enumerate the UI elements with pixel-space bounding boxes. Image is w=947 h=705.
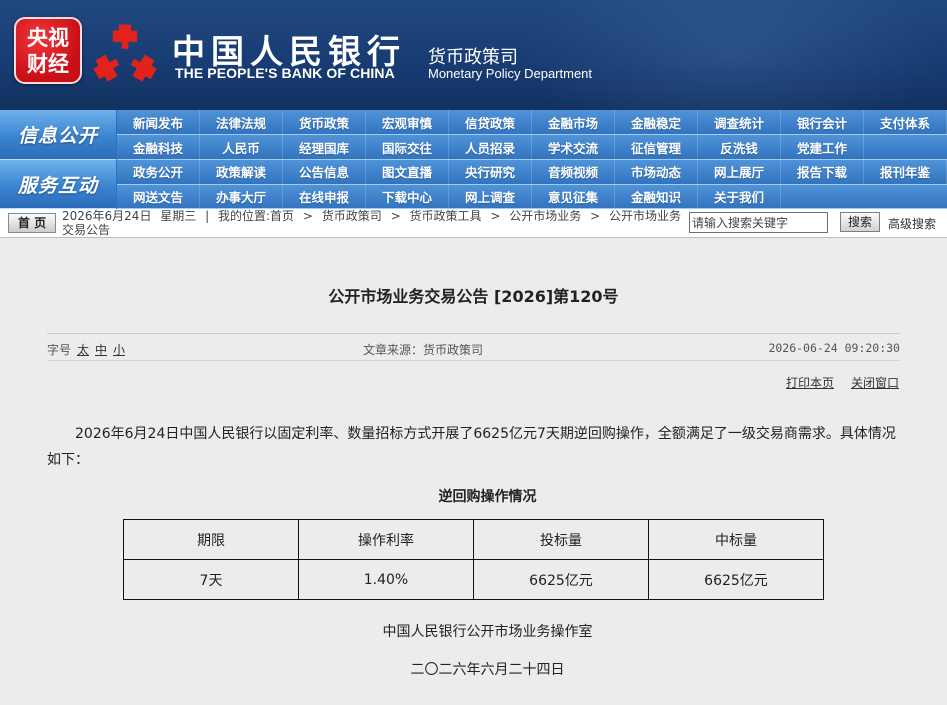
nav-group-info: 信息公开 新闻发布 法律法规 货币政策 宏观审慎 信贷政策 金融市场 金融稳定 … (0, 110, 947, 160)
nav-item-live-text[interactable]: 图文直播 (366, 160, 449, 184)
search-button[interactable]: 搜索 (840, 212, 880, 232)
header-glow-decoration (520, 0, 940, 110)
font-size-large-link[interactable]: 太 (77, 341, 89, 358)
current-date: 2026年6月24日 (62, 209, 152, 223)
breadcrumb-separator: > (302, 209, 313, 223)
table-header-cell-bid-volume: 投标量 (473, 519, 649, 560)
nav-item-documents[interactable]: 网送文告 (117, 184, 200, 208)
breadcrumb-link-open-market[interactable]: 公开市场业务 (509, 209, 581, 223)
nav-item-credit-policy[interactable]: 信贷政策 (449, 110, 532, 134)
close-window-link[interactable]: 关闭窗口 (851, 374, 899, 391)
issuer-signature: 中国人民银行公开市场业务操作室 (382, 624, 593, 640)
bank-name-en: THE PEOPLE'S BANK OF CHINA (175, 65, 395, 81)
nav-item-monetary-policy[interactable]: 货币政策 (283, 110, 366, 134)
nav-item-report-download[interactable]: 报告下载 (781, 160, 864, 184)
reverse-repo-table: 期限 操作利率 投标量 中标量 7天 1.40% 6625亿元 6625亿元 (123, 519, 824, 600)
breadcrumb: 2026年6月24日 星期三 | 我的位置:首页 > 货币政策司 > 货币政策工… (62, 209, 686, 237)
nav-item-macroprudential[interactable]: 宏观审慎 (366, 110, 449, 134)
nav-item-anti-money-laundering[interactable]: 反洗钱 (698, 135, 781, 159)
nav-row: 网送文告 办事大厅 在线申报 下载中心 网上调查 意见征集 金融知识 关于我们 (117, 184, 947, 209)
nav-item-accounting[interactable]: 银行会计 (781, 110, 864, 134)
nav-item-laws[interactable]: 法律法规 (200, 110, 283, 134)
nav-row: 金融科技 人民币 经理国库 国际交往 人员招录 学术交流 征信管理 反洗钱 党建… (117, 135, 947, 160)
nav-item-news[interactable]: 新闻发布 (117, 110, 200, 134)
nav-item-government-affairs[interactable]: 政务公开 (117, 160, 200, 184)
main-navigation: 信息公开 新闻发布 法律法规 货币政策 宏观审慎 信贷政策 金融市场 金融稳定 … (0, 110, 947, 209)
nav-row: 新闻发布 法律法规 货币政策 宏观审慎 信贷政策 金融市场 金融稳定 调查统计 … (117, 110, 947, 135)
nav-item-recruitment[interactable]: 人员招录 (449, 135, 532, 159)
article-datetime: 2026-06-24 09:20:30 (768, 341, 900, 355)
nav-item-research[interactable]: 央行研究 (449, 160, 532, 184)
table-title: 逆回购操作情况 (438, 489, 537, 505)
nav-item-rmb[interactable]: 人民币 (200, 135, 283, 159)
nav-item-credit-reference[interactable]: 征信管理 (615, 135, 698, 159)
breadcrumb-separator: > (490, 209, 501, 223)
nav-item-financial-knowledge[interactable]: 金融知识 (615, 184, 698, 208)
print-page-link[interactable]: 打印本页 (786, 374, 834, 391)
table-header-cell-rate: 操作利率 (298, 519, 474, 560)
nav-item-download-center[interactable]: 下载中心 (366, 184, 449, 208)
site-header: 央视 财经 中国人民银行 THE PEOPLE'S BANK OF CHINA … (0, 0, 947, 110)
nav-item-fintech[interactable]: 金融科技 (117, 135, 200, 159)
nav-item-feedback[interactable]: 意见征集 (532, 184, 615, 208)
nav-item-online-filing[interactable]: 在线申报 (283, 184, 366, 208)
current-weekday: 星期三 (160, 209, 197, 223)
page-title: 公开市场业务交易公告 [2026]第120号 (328, 287, 619, 306)
nav-group-services: 服务互动 政务公开 政策解读 公告信息 图文直播 央行研究 音频视频 市场动态 … (0, 160, 947, 209)
nav-item-market-news[interactable]: 市场动态 (615, 160, 698, 184)
cctv-logo-line1: 央视 (27, 25, 69, 50)
font-size-label: 字号 (47, 343, 72, 357)
nav-item-international[interactable]: 国际交往 (366, 135, 449, 159)
nav-item-about-us[interactable]: 关于我们 (698, 184, 781, 208)
nav-item-policy-interpretation[interactable]: 政策解读 (200, 160, 283, 184)
table-cell-winning-volume: 6625亿元 (648, 559, 824, 600)
table-cell-rate: 1.40% (298, 559, 474, 600)
location-prefix: 我的位置: (218, 209, 271, 223)
table-cell-bid-volume: 6625亿元 (473, 559, 649, 600)
department-name-en: Monetary Policy Department (428, 66, 593, 81)
nav-rows: 新闻发布 法律法规 货币政策 宏观审慎 信贷政策 金融市场 金融稳定 调查统计 … (117, 110, 947, 160)
nav-group-label-services: 服务互动 (0, 160, 116, 209)
breadcrumb-bar: 首 页 2026年6月24日 星期三 | 我的位置:首页 > 货币政策司 > 货… (0, 209, 947, 238)
table-row: 7天 1.40% 6625亿元 6625亿元 (123, 559, 824, 600)
nav-item-financial-stability[interactable]: 金融稳定 (615, 110, 698, 134)
article-meta-bar: 字号 太 中 小 文章来源：货币政策司 2026-06-24 09:20:30 (47, 333, 900, 361)
breadcrumb-link-department[interactable]: 货币政策司 (322, 209, 382, 223)
cctv-finance-logo[interactable]: 央视 财经 (14, 17, 82, 84)
font-size-medium-link[interactable]: 中 (95, 341, 107, 358)
breadcrumb-link-home[interactable]: 首页 (270, 209, 294, 223)
nav-item-audio-video[interactable]: 音频视频 (532, 160, 615, 184)
font-size-small-link[interactable]: 小 (113, 341, 125, 358)
nav-item-statistics[interactable]: 调查统计 (698, 110, 781, 134)
nav-item-treasury[interactable]: 经理国库 (283, 135, 366, 159)
breadcrumb-separator: > (590, 209, 601, 223)
table-header-cell-winning-volume: 中标量 (648, 519, 824, 560)
cctv-logo-line2: 财经 (27, 51, 69, 76)
home-button[interactable]: 首 页 (8, 213, 56, 233)
nav-item-academic[interactable]: 学术交流 (532, 135, 615, 159)
nav-item-party-building[interactable]: 党建工作 (781, 135, 864, 159)
issue-date: 二〇二六年六月二十四日 (410, 662, 565, 678)
nav-rows: 政务公开 政策解读 公告信息 图文直播 央行研究 音频视频 市场动态 网上展厅 … (117, 160, 947, 209)
nav-row: 政务公开 政策解读 公告信息 图文直播 央行研究 音频视频 市场动态 网上展厅 … (117, 160, 947, 185)
article-source: 文章来源：货币政策司 (363, 343, 484, 357)
search-input[interactable] (689, 212, 828, 233)
pboc-emblem-logo[interactable] (89, 21, 161, 87)
table-header-row: 期限 操作利率 投标量 中标量 (123, 519, 824, 560)
nav-item-online-exhibition[interactable]: 网上展厅 (698, 160, 781, 184)
nav-group-label-info: 信息公开 (0, 110, 116, 160)
nav-item-payment-system[interactable]: 支付体系 (864, 110, 947, 134)
breadcrumb-divider: | (205, 209, 210, 223)
nav-item-financial-markets[interactable]: 金融市场 (532, 110, 615, 134)
table-cell-term: 7天 (123, 559, 299, 600)
breadcrumb-link-policy-tools[interactable]: 货币政策工具 (410, 209, 482, 223)
nav-item-announcements[interactable]: 公告信息 (283, 160, 366, 184)
nav-item-online-survey[interactable]: 网上调查 (449, 184, 532, 208)
advanced-search-link[interactable]: 高级搜索 (888, 215, 936, 232)
table-header-cell-term: 期限 (123, 519, 299, 560)
nav-item-service-hall[interactable]: 办事大厅 (200, 184, 283, 208)
article-body: 2026年6月24日中国人民银行以固定利率、数量招标方式开展了6625亿元7天期… (47, 426, 896, 468)
breadcrumb-separator: > (390, 209, 401, 223)
nav-item-yearbook[interactable]: 报刊年鉴 (864, 160, 947, 184)
